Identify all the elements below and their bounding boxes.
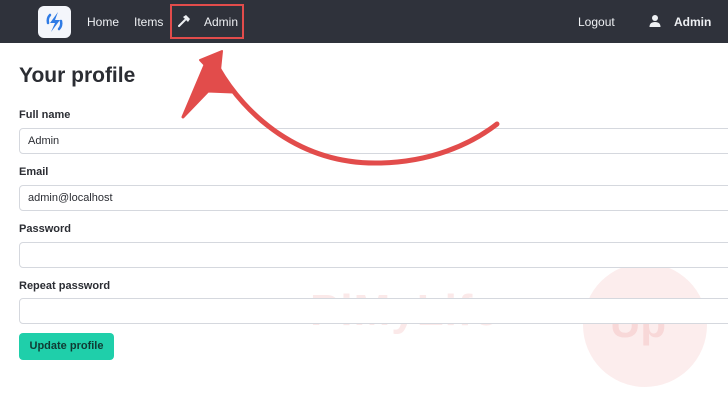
curved-arrow-annotation [181,50,500,166]
